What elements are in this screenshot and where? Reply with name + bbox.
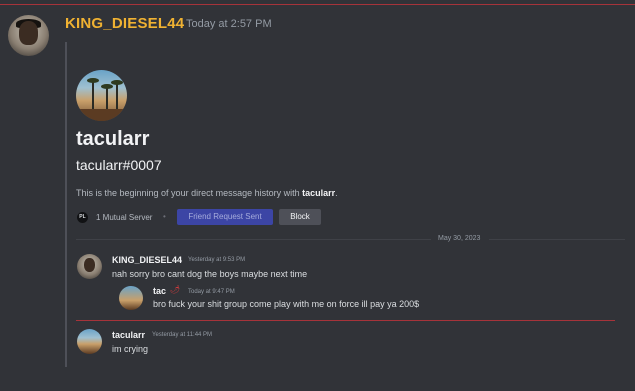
message-author-name[interactable]: KING_DIESEL44 — [112, 255, 182, 265]
palm-tree-shape — [87, 78, 99, 111]
message-author-name[interactable]: tac — [153, 286, 166, 296]
top-unread-divider — [0, 4, 635, 5]
palm-tree-shape — [111, 80, 123, 111]
message-timestamp: Yesterday at 9:53 PM — [188, 257, 246, 263]
message-content: nah sorry bro cant dog the boys maybe ne… — [112, 269, 308, 279]
description-username: tacularr — [302, 188, 336, 198]
avatar-tacularr[interactable] — [77, 329, 102, 354]
message-content: im crying — [112, 344, 149, 354]
avatar-face — [84, 258, 95, 272]
date-divider-line — [489, 239, 625, 240]
date-divider-line — [76, 239, 431, 240]
message-timestamp: Today at 2:57 PM — [186, 18, 272, 30]
new-messages-divider — [76, 320, 615, 321]
embed-description: This is the beginning of your direct mes… — [76, 188, 338, 198]
embed-profile-avatar[interactable] — [76, 70, 127, 121]
avatar-face — [19, 21, 38, 45]
embed-left-border — [65, 42, 67, 367]
date-divider-label: May 30, 2023 — [438, 235, 481, 242]
message-content: bro fuck your shit group come play with … — [153, 299, 420, 309]
embed-display-name: tacularr — [76, 128, 150, 150]
pepper-emoji-icon: 🌶 — [170, 285, 181, 294]
friend-request-sent-button[interactable]: Friend Request Sent — [177, 209, 273, 225]
message-timestamp: Yesterday at 11:44 PM — [152, 332, 213, 338]
description-period: . — [335, 188, 338, 198]
mutual-server-icon[interactable]: PL — [77, 212, 88, 223]
separator-dot: • — [163, 212, 166, 221]
avatar-ground — [76, 109, 127, 121]
embed-user-tag: tacularr#0007 — [76, 157, 162, 173]
avatar-king-diesel[interactable] — [77, 254, 102, 279]
avatar-king-diesel[interactable] — [8, 15, 49, 56]
avatar-tac[interactable] — [119, 286, 143, 310]
message-author-name[interactable]: tacularr — [112, 330, 145, 340]
block-button[interactable]: Block — [279, 209, 321, 225]
mutual-servers-link[interactable]: 1 Mutual Server — [96, 213, 152, 222]
palm-tree-shape — [101, 84, 113, 111]
message-author-name[interactable]: KING_DIESEL44 — [65, 15, 184, 32]
message-timestamp: Today at 9:47 PM — [188, 289, 235, 295]
description-text: This is the beginning of your direct mes… — [76, 188, 303, 198]
